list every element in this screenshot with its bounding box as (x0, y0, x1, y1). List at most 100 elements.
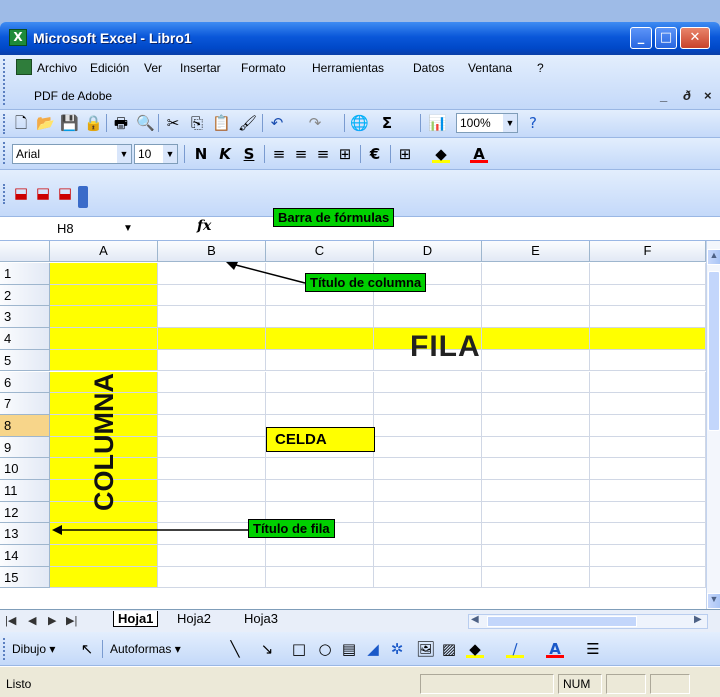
oval-icon[interactable]: ○ (316, 640, 334, 658)
cell-e10[interactable] (482, 458, 590, 480)
autosum-icon[interactable]: Σ (378, 114, 396, 132)
cell-b8[interactable] (158, 414, 266, 437)
cell-c5[interactable] (266, 349, 374, 372)
cell-d13[interactable] (374, 523, 482, 546)
cell-e1[interactable] (482, 263, 590, 285)
doc-close-button[interactable]: × (704, 88, 712, 103)
cell-c3[interactable] (266, 306, 374, 329)
convert-and-review-pdf-icon[interactable]: ⬓ (56, 184, 74, 202)
cell-a1[interactable] (50, 263, 158, 285)
cell-b11[interactable] (158, 480, 266, 502)
cell-a15[interactable] (50, 566, 158, 589)
fill-color-icon[interactable]: ◆ (432, 145, 450, 163)
row-header-10[interactable]: 10 (0, 458, 50, 480)
cell-f3[interactable] (590, 306, 706, 329)
column-header-e[interactable]: E (482, 241, 590, 262)
cell-b15[interactable] (158, 566, 266, 589)
wordart-icon[interactable]: ◢ (364, 640, 382, 658)
borders-icon[interactable]: ⊞ (396, 145, 414, 163)
print-icon[interactable]: 🖶 (112, 114, 130, 132)
cell-f6[interactable] (590, 371, 706, 394)
cell-c11[interactable] (266, 480, 374, 502)
row-header-2[interactable]: 2 (0, 284, 50, 307)
italic-button[interactable]: K (216, 145, 234, 163)
tab-hoja2[interactable]: Hoja2 (177, 611, 211, 626)
prev-sheet-icon[interactable]: ◀ (28, 614, 36, 627)
chevron-down-icon[interactable]: ▼ (117, 145, 131, 163)
menu-help[interactable]: ? (537, 61, 544, 75)
cell-d3[interactable] (374, 306, 482, 329)
row-header-12[interactable]: 12 (0, 501, 50, 524)
toolbar-grip[interactable] (3, 59, 6, 105)
cell-b5[interactable] (158, 349, 266, 372)
draw-menu-button[interactable]: Dibujo ▾ (12, 642, 55, 656)
cell-c14[interactable] (266, 545, 374, 567)
convert-to-pdf-icon[interactable]: ⬓ (12, 184, 30, 202)
scroll-right-icon[interactable]: ▶ (694, 614, 702, 625)
underline-button[interactable]: S (240, 145, 258, 163)
save-icon[interactable]: 💾 (60, 114, 79, 132)
cell-e7[interactable] (482, 393, 590, 415)
column-header-d[interactable]: D (374, 241, 482, 262)
cell-b14[interactable] (158, 545, 266, 567)
scroll-down-icon[interactable]: ▼ (707, 593, 720, 609)
cell-f4[interactable] (590, 328, 706, 350)
cell-b1[interactable] (158, 263, 266, 285)
cell-f11[interactable] (590, 480, 706, 502)
column-header-c[interactable]: C (266, 241, 374, 262)
merge-center-icon[interactable]: ⊞ (336, 145, 354, 163)
menu-pdf-adobe[interactable]: PDF de Adobe (34, 89, 112, 103)
cell-e12[interactable] (482, 501, 590, 524)
bold-button[interactable]: N (192, 145, 210, 163)
menu-herramientas[interactable]: Herramientas (312, 61, 384, 75)
cell-a14[interactable] (50, 545, 158, 567)
doc-minimize-button[interactable]: _ (660, 88, 667, 103)
cell-d7[interactable] (374, 393, 482, 415)
row-header-13[interactable]: 13 (0, 523, 50, 546)
menu-archivo[interactable]: Archivo (37, 61, 77, 75)
row-header-9[interactable]: 9 (0, 436, 50, 459)
menu-edicion[interactable]: Edición (90, 61, 129, 75)
diagram-icon[interactable]: ✲ (388, 640, 406, 658)
draw-font-color-icon[interactable]: A (546, 640, 564, 658)
cell-b7[interactable] (158, 393, 266, 415)
cell-b6[interactable] (158, 371, 266, 394)
row-header-3[interactable]: 3 (0, 306, 50, 329)
print-preview-icon[interactable]: 🔍 (136, 114, 155, 132)
cell-f5[interactable] (590, 349, 706, 372)
line-style-icon[interactable]: ☰ (584, 640, 602, 658)
first-sheet-icon[interactable]: |◀ (5, 614, 16, 627)
menu-insertar[interactable]: Insertar (180, 61, 221, 75)
cell-f8[interactable] (590, 414, 706, 437)
cell-e9[interactable] (482, 436, 590, 459)
draw-fill-color-icon[interactable]: ◆ (466, 640, 484, 658)
font-select[interactable]: Arial ▼ (12, 144, 132, 164)
cell-f13[interactable] (590, 523, 706, 546)
vertical-scrollbar[interactable]: ▲ ▼ (706, 241, 720, 609)
cut-icon[interactable]: ✂ (164, 114, 182, 132)
excel-app-icon[interactable]: X (9, 29, 27, 46)
cell-d11[interactable] (374, 480, 482, 502)
document-icon[interactable] (16, 59, 32, 75)
cell-b4[interactable] (158, 328, 266, 350)
cell-d10[interactable] (374, 458, 482, 480)
line-icon[interactable]: ╲ (226, 640, 244, 658)
cell-a13[interactable] (50, 523, 158, 546)
cell-c10[interactable] (266, 458, 374, 480)
cell-e2[interactable] (482, 284, 590, 307)
cell-e5[interactable] (482, 349, 590, 372)
currency-button[interactable]: € (366, 145, 384, 163)
row-header-1[interactable]: 1 (0, 263, 50, 285)
convert-and-email-pdf-icon[interactable]: ⬓ (34, 184, 52, 202)
row-header-6[interactable]: 6 (0, 371, 50, 394)
cell-a2[interactable] (50, 284, 158, 307)
cell-e8[interactable] (482, 414, 590, 437)
cell-e13[interactable] (482, 523, 590, 546)
scroll-up-icon[interactable]: ▲ (707, 249, 720, 265)
cell-d14[interactable] (374, 545, 482, 567)
name-box[interactable]: H8 ▼ (5, 219, 145, 239)
align-right-icon[interactable]: ≡ (314, 145, 332, 163)
cell-b10[interactable] (158, 458, 266, 480)
open-icon[interactable]: 📂 (36, 114, 55, 132)
row-header-11[interactable]: 11 (0, 480, 50, 502)
